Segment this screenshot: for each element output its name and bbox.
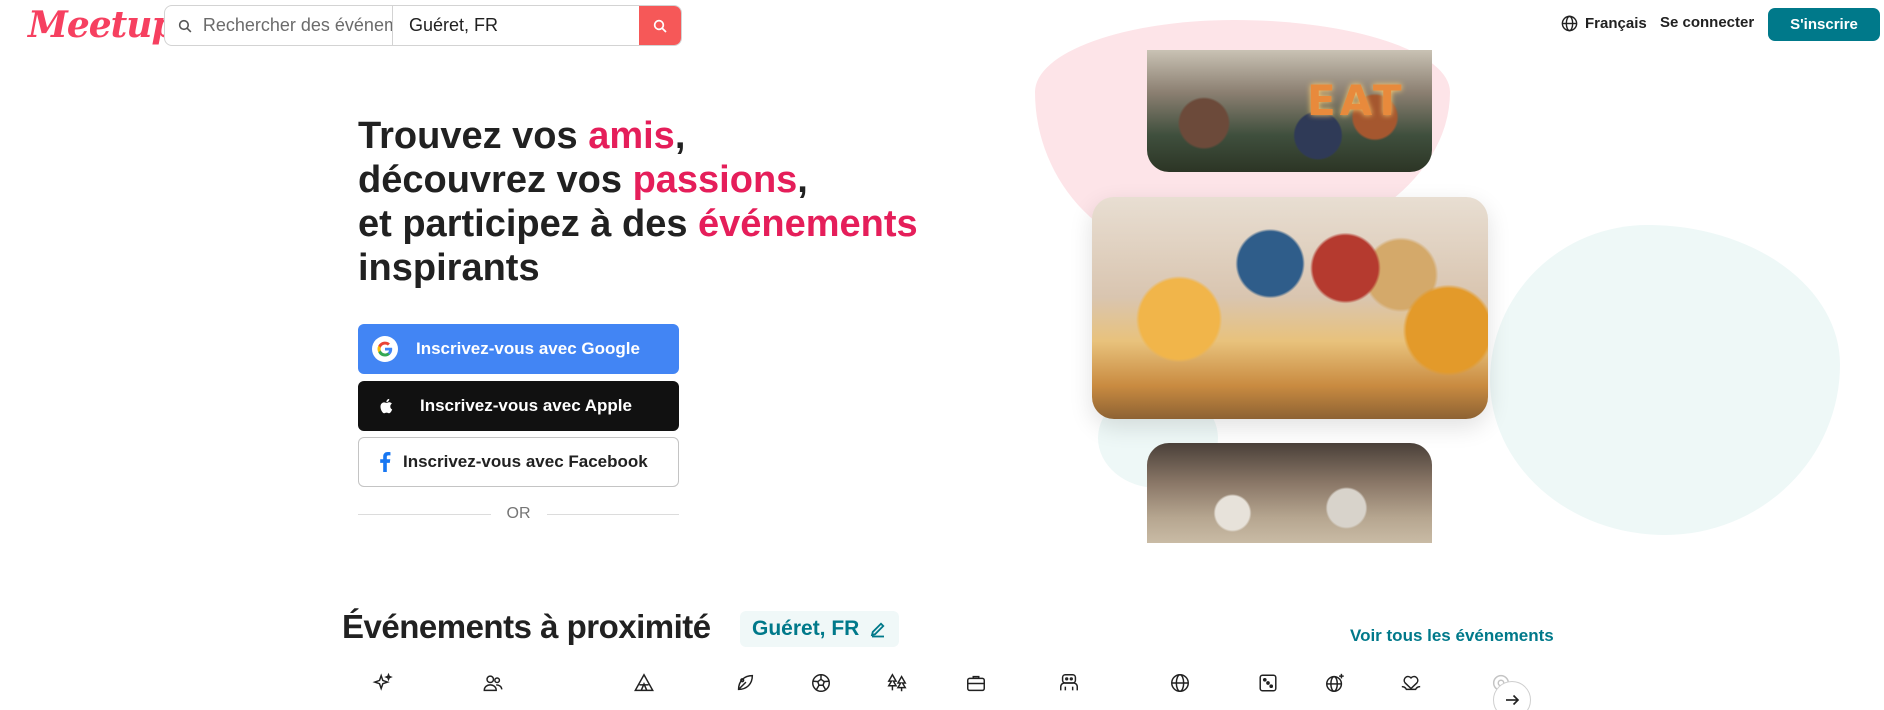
- apple-signup-label: Inscrivez-vous avec Apple: [420, 396, 632, 415]
- globe-icon: [1171, 674, 1189, 692]
- apple-signup-button[interactable]: Inscrivez-vous avec Apple: [358, 381, 679, 431]
- hero-photo-friends-drinks: [1092, 197, 1488, 419]
- arrow-right-icon: [1506, 694, 1520, 706]
- location-input[interactable]: [409, 15, 639, 36]
- category-item[interactable]: [1248, 672, 1288, 694]
- location-chip-label: Guéret, FR: [752, 617, 860, 640]
- trees-icon: [887, 673, 907, 692]
- category-item[interactable]: [624, 672, 664, 694]
- hero-photo-dog-walk: [1147, 443, 1432, 543]
- meetup-logo[interactable]: Meetup: [28, 4, 177, 46]
- tent-icon: [634, 673, 654, 692]
- category-item[interactable]: [1049, 672, 1089, 694]
- google-signup-button[interactable]: Inscrivez-vous avec Google: [358, 324, 679, 374]
- people-icon: [483, 675, 503, 692]
- google-icon: [372, 336, 398, 362]
- category-next-button[interactable]: [1493, 681, 1531, 710]
- category-item[interactable]: [877, 672, 917, 694]
- pencil-icon: [871, 622, 885, 638]
- hero-title: Trouvez vos amis, découvrez vos passions…: [358, 114, 978, 290]
- divider-line: [358, 513, 491, 515]
- hero-photo-outdoor-crowd: EAT: [1147, 50, 1432, 172]
- dice-icon: [1259, 674, 1277, 692]
- decorative-blob-mint: [1490, 225, 1840, 535]
- hero-title-highlight: événements: [698, 203, 918, 245]
- facebook-signup-button[interactable]: Inscrivez-vous avec Facebook: [358, 437, 679, 487]
- category-item[interactable]: [801, 672, 841, 694]
- hero-title-highlight: passions: [632, 159, 798, 201]
- hero-title-part: et participez à des: [358, 203, 699, 245]
- category-item[interactable]: [1391, 672, 1431, 694]
- keyword-field[interactable]: [165, 6, 393, 45]
- or-divider: OR: [358, 505, 679, 523]
- login-link[interactable]: Se connecter: [1660, 14, 1754, 31]
- briefcase-icon: [967, 675, 985, 692]
- category-item[interactable]: [725, 672, 765, 694]
- hero-title-part: ,: [674, 115, 686, 157]
- eat-sign: EAT: [1307, 76, 1406, 125]
- google-signup-label: Inscrivez-vous avec Google: [416, 339, 640, 358]
- language-selector[interactable]: Français: [1560, 14, 1647, 33]
- apple-icon: [380, 398, 393, 414]
- hero-title-part: découvrez vos: [358, 159, 633, 201]
- search-icon: [653, 19, 667, 33]
- category-item[interactable]: [1315, 672, 1355, 694]
- category-item[interactable]: [1160, 672, 1200, 694]
- keyword-input[interactable]: [202, 15, 392, 36]
- search-button[interactable]: [639, 6, 681, 45]
- language-label: Français: [1585, 15, 1647, 32]
- sparkle-icon: [372, 672, 393, 691]
- ball-icon: [812, 674, 830, 692]
- facebook-signup-label: Inscrivez-vous avec Facebook: [403, 452, 648, 471]
- facebook-icon: [380, 452, 391, 472]
- hero-title-part: ,: [797, 159, 808, 201]
- globe-plus-icon: [1326, 673, 1344, 692]
- hero-title-part: Trouvez vos: [358, 115, 589, 157]
- hero-title-highlight: amis: [588, 115, 675, 157]
- heart-hands-icon: [1401, 675, 1421, 691]
- or-label: OR: [506, 505, 531, 522]
- search-icon: [178, 19, 192, 33]
- search-bar: [164, 5, 682, 46]
- divider-line: [546, 513, 679, 515]
- see-all-events-link[interactable]: Voir tous les événements: [1350, 626, 1554, 646]
- category-item[interactable]: [956, 672, 996, 694]
- hero-title-part: inspirants: [358, 247, 540, 289]
- location-chip[interactable]: Guéret, FR: [740, 611, 900, 647]
- globe-icon: [1561, 15, 1578, 32]
- category-item[interactable]: [363, 672, 403, 694]
- category-item[interactable]: [473, 672, 513, 694]
- location-field[interactable]: [393, 6, 639, 45]
- leaf-icon: [737, 674, 754, 691]
- signup-button[interactable]: S'inscrire: [1768, 8, 1880, 41]
- gaming-icon: [1060, 674, 1078, 691]
- events-title: Événements à proximité: [342, 608, 711, 645]
